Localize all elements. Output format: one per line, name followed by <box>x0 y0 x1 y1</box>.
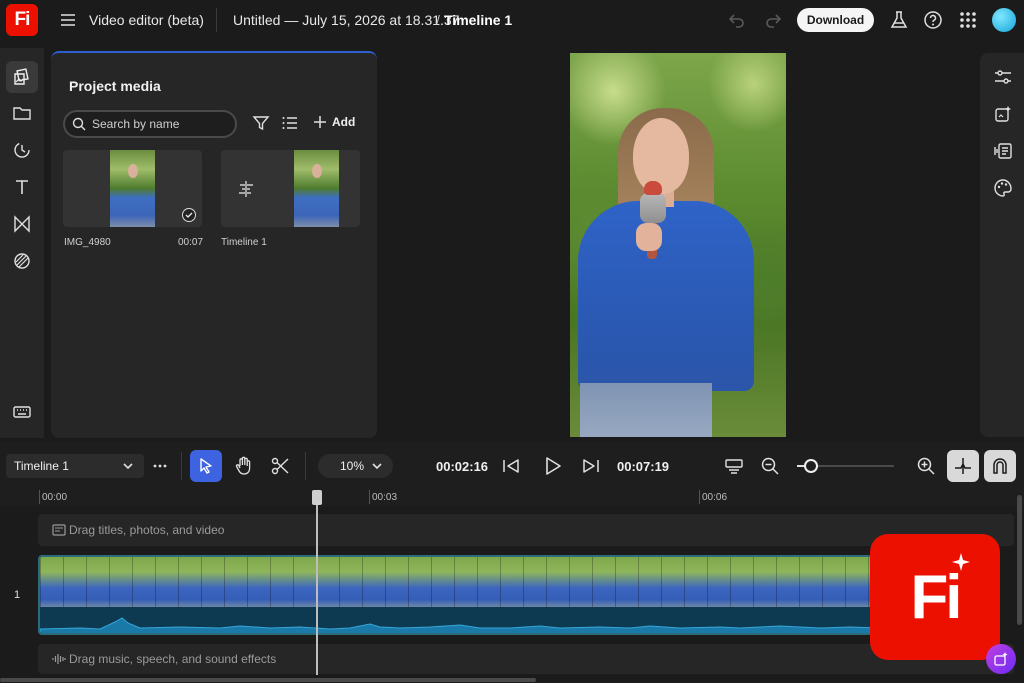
undo-icon[interactable] <box>727 10 747 30</box>
toolbar-divider <box>305 452 306 480</box>
preview-mic-top <box>644 181 662 195</box>
video-preview[interactable] <box>570 53 786 437</box>
captions-icon[interactable] <box>992 140 1014 162</box>
titles-drop-hint: Drag titles, photos, and video <box>69 523 225 537</box>
apps-grid-icon[interactable] <box>958 10 978 30</box>
transitions-icon[interactable] <box>6 208 38 240</box>
image-icon <box>52 524 66 536</box>
next-frame-icon[interactable] <box>581 456 601 476</box>
track-number: 1 <box>14 589 21 601</box>
ruler-tick-label: 00:06 <box>702 492 728 503</box>
more-options-icon[interactable] <box>152 458 168 474</box>
user-avatar[interactable] <box>992 8 1016 32</box>
toolbar-divider <box>181 452 182 480</box>
playhead-handle[interactable] <box>312 490 322 505</box>
timeline-ruler[interactable] <box>0 490 1024 506</box>
zoom-out-icon[interactable] <box>760 456 780 476</box>
folder-icon[interactable] <box>6 97 38 129</box>
ruler-tick-label: 00:03 <box>372 492 398 503</box>
plus-icon <box>314 116 326 128</box>
effects-icon[interactable] <box>6 245 38 277</box>
preview-subject-face <box>633 118 689 194</box>
timeline-icon <box>236 179 256 199</box>
ruler-tick <box>39 490 40 504</box>
horizontal-scrollbar[interactable] <box>0 678 536 682</box>
video-thumbnail <box>110 150 155 227</box>
timeline-thumbnail <box>294 150 339 227</box>
document-title[interactable]: Untitled — July 15, 2026 at 18.31.37 <box>233 12 459 28</box>
magic-icon <box>994 652 1008 666</box>
hamburger-menu-icon[interactable] <box>58 10 78 30</box>
adjustments-icon[interactable] <box>992 66 1014 88</box>
chevron-down-icon <box>122 460 134 472</box>
play-icon[interactable] <box>541 455 563 477</box>
preview-microphone <box>640 193 666 223</box>
add-media-button[interactable]: Add <box>313 115 355 129</box>
breadcrumb-separator: / <box>436 12 440 28</box>
help-icon[interactable] <box>923 10 943 30</box>
search-input[interactable] <box>92 115 232 133</box>
magnet-icon <box>993 458 1007 474</box>
preview-subject-hoodie <box>578 201 754 391</box>
ruler-tick <box>699 490 700 504</box>
snap-toggle-button[interactable] <box>947 450 979 482</box>
waveform-icon <box>52 653 66 665</box>
audio-drop-hint: Drag music, speech, and sound effects <box>69 652 277 666</box>
filter-icon[interactable] <box>252 114 270 132</box>
preview-subject-jeans <box>580 383 712 437</box>
breadcrumb-timeline[interactable]: Timeline 1 <box>444 12 512 28</box>
video-clip[interactable] <box>38 555 878 635</box>
previous-frame-icon[interactable] <box>501 456 521 476</box>
playhead-line <box>316 500 318 675</box>
zoom-in-icon[interactable] <box>916 456 936 476</box>
app-logo[interactable]: Fi <box>6 4 38 36</box>
ruler-tick-label: 00:00 <box>42 492 68 503</box>
clip-filmstrip <box>40 557 876 607</box>
media-icon[interactable] <box>6 61 38 93</box>
brand-badge: Fi <box>870 534 1000 660</box>
vertical-scrollbar[interactable] <box>1017 495 1022 625</box>
app-title: Video editor (beta) <box>89 12 204 28</box>
sparkle-icon <box>952 553 970 571</box>
snap-icon <box>955 458 971 474</box>
fit-to-screen-icon[interactable] <box>724 456 744 476</box>
total-duration: 00:07:19 <box>617 459 670 474</box>
magnet-toggle-button[interactable] <box>984 450 1016 482</box>
current-timecode: 00:02:16 <box>436 459 489 474</box>
download-button[interactable]: Download <box>797 8 874 32</box>
checkmark-icon <box>182 208 196 222</box>
clip-audio-waveform <box>40 607 876 633</box>
zoom-slider-thumb[interactable] <box>804 459 818 473</box>
media-item-duration: 00:07 <box>178 237 204 248</box>
media-item-name: IMG_4980 <box>64 237 111 248</box>
list-view-icon[interactable] <box>281 114 299 132</box>
redo-icon[interactable] <box>763 10 783 30</box>
selection-tool-button[interactable] <box>190 450 222 482</box>
flask-icon[interactable] <box>889 10 909 30</box>
effects-icon[interactable] <box>992 103 1014 125</box>
color-palette-icon[interactable] <box>992 177 1014 199</box>
media-item-name: Timeline 1 <box>221 237 267 248</box>
scissors-icon[interactable] <box>269 455 291 477</box>
add-label: Add <box>332 115 356 129</box>
ruler-tick <box>369 490 370 504</box>
pointer-icon <box>200 458 212 474</box>
ai-assistant-button[interactable] <box>986 644 1016 674</box>
panel-title: Project media <box>69 78 161 94</box>
hand-tool-icon[interactable] <box>233 455 255 477</box>
preview-subject-hand <box>636 223 662 251</box>
stickers-icon[interactable] <box>6 134 38 166</box>
search-icon <box>72 117 86 131</box>
keyboard-icon[interactable] <box>6 396 38 428</box>
title-divider <box>216 8 217 32</box>
text-icon[interactable] <box>6 171 38 203</box>
chevron-down-icon <box>371 460 383 472</box>
